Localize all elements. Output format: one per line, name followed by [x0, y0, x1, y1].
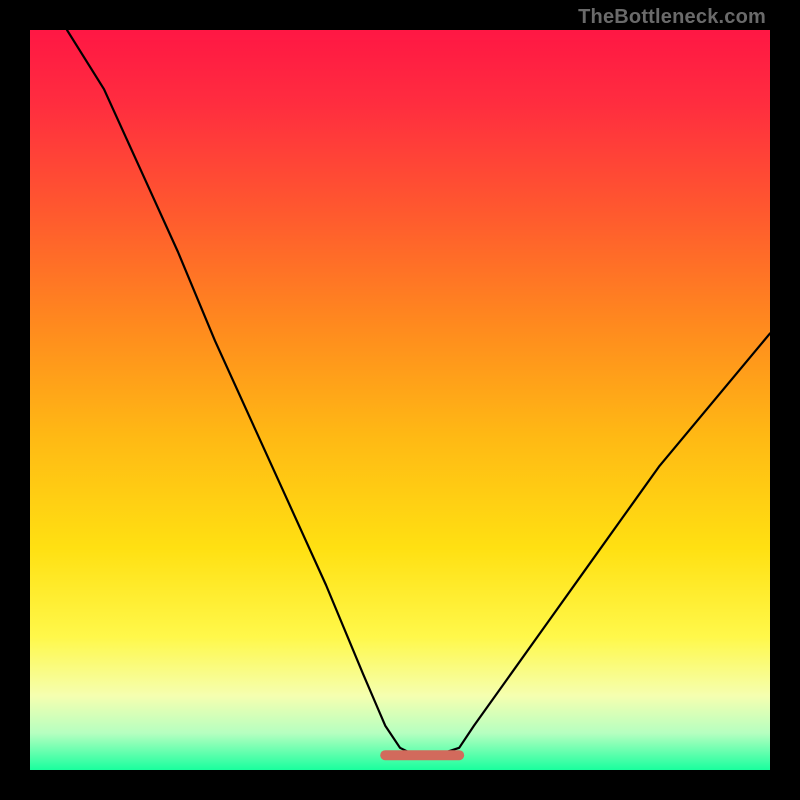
watermark-label: TheBottleneck.com	[578, 6, 766, 29]
curve-layer	[30, 30, 770, 770]
chart-frame: TheBottleneck.com	[0, 0, 800, 800]
bottleneck-curve	[67, 30, 770, 755]
plot-area	[30, 30, 770, 770]
